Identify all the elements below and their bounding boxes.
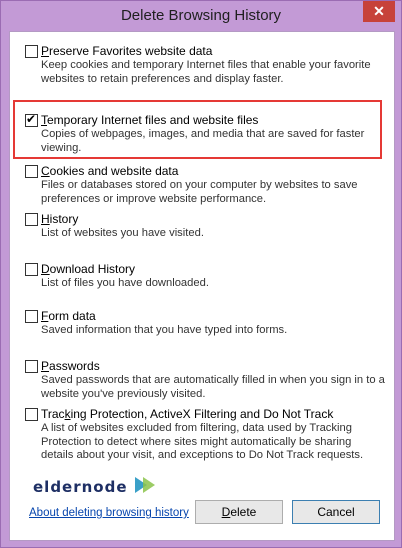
option-title[interactable]: Temporary Internet files and website fil…	[41, 113, 258, 127]
option-title[interactable]: Tracking Protection, ActiveX Filtering a…	[41, 407, 333, 421]
checkbox[interactable]	[25, 310, 38, 323]
cancel-button-label: Cancel	[317, 505, 355, 519]
dialog-body: Preserve Favorites website data Keep coo…	[9, 31, 395, 541]
dialog-window: Delete Browsing History ✕ Preserve Favor…	[0, 0, 402, 548]
cancel-button[interactable]: Cancel	[292, 500, 380, 524]
option-description: Keep cookies and temporary Internet file…	[41, 59, 371, 85]
checkbox[interactable]	[25, 112, 38, 127]
option-title[interactable]: History	[41, 212, 78, 226]
option-title[interactable]: Passwords	[41, 359, 100, 373]
option-description: Saved information that you have typed in…	[41, 324, 288, 336]
option-title[interactable]: Cookies and website data	[41, 164, 178, 178]
checkbox[interactable]	[25, 263, 38, 276]
logo-arrow-icon	[135, 477, 155, 493]
eldernode-logo: eldernode	[33, 477, 155, 496]
option-description: A list of websites excluded from filteri…	[41, 422, 364, 462]
close-icon: ✕	[373, 3, 385, 19]
option-title[interactable]: Form data	[41, 309, 96, 323]
checkbox[interactable]	[25, 213, 38, 226]
option-description: List of files you have downloaded.	[41, 277, 209, 289]
checkbox[interactable]	[25, 408, 38, 421]
delete-button[interactable]: Delete	[195, 500, 283, 524]
checkbox[interactable]	[25, 165, 38, 178]
option-description: Saved passwords that are automatically f…	[41, 374, 385, 400]
delete-button-label: Delete	[221, 505, 257, 519]
option-title[interactable]: Preserve Favorites website data	[41, 44, 212, 58]
logo-text: eldernode	[33, 478, 128, 496]
option-title[interactable]: Download History	[41, 262, 135, 276]
option-description: Files or databases stored on your comput…	[41, 179, 358, 205]
about-deleting-history-link[interactable]: About deleting browsing history	[29, 507, 189, 519]
title-bar[interactable]: Delete Browsing History ✕	[1, 1, 401, 31]
checkbox[interactable]	[25, 360, 38, 373]
window-title: Delete Browsing History	[120, 7, 282, 24]
checkbox[interactable]	[25, 45, 38, 58]
option-description: List of websites you have visited.	[41, 227, 204, 239]
option-description: Copies of webpages, images, and media th…	[41, 128, 365, 154]
close-button[interactable]: ✕	[363, 1, 395, 22]
